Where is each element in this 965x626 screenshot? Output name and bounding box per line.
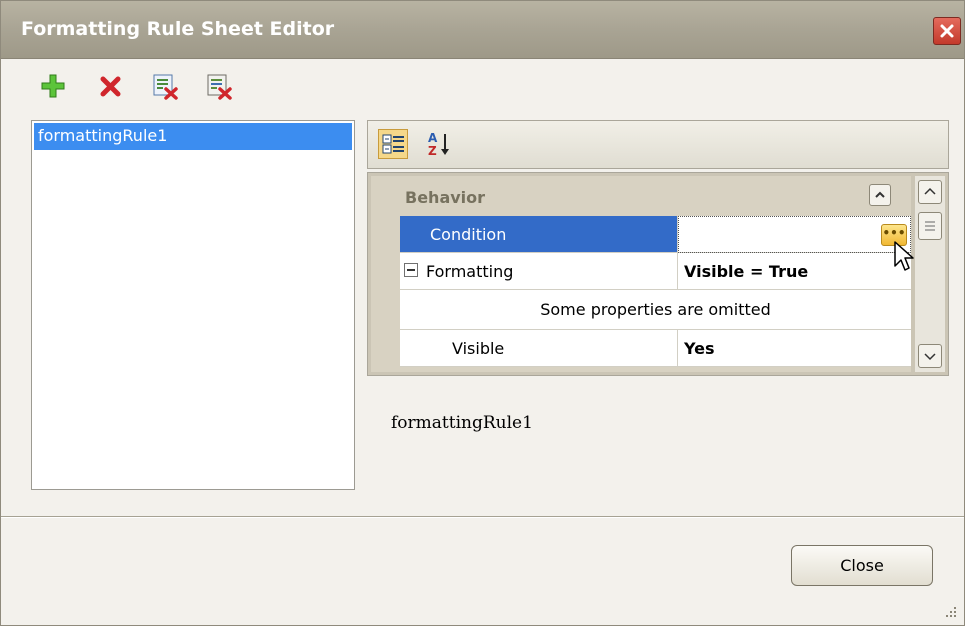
window-close-button[interactable] [933,17,961,45]
categorized-button[interactable] [378,129,408,159]
category-collapse-button[interactable] [869,184,891,206]
window-title: Formatting Rule Sheet Editor [21,18,335,40]
svg-text:A: A [428,131,438,145]
property-name: Condition [430,225,507,244]
chevron-up-icon [875,191,885,198]
property-row-formatting[interactable]: Formatting Visible = True [400,253,911,290]
property-name-cell: Formatting [400,253,678,289]
grip-lines-icon [925,221,935,231]
close-button[interactable]: Close [791,545,933,586]
omitted-notice: Some properties are omitted [540,300,771,319]
property-name: Formatting [426,262,514,281]
property-value-cell[interactable]: ••• [678,216,911,253]
category-row[interactable]: Behavior [371,176,911,216]
category-label: Behavior [405,188,486,207]
purge-icon [207,74,232,100]
chevron-down-icon [924,353,936,361]
property-grid-toolbar: A Z [367,120,949,169]
property-name-cell: Condition [400,216,678,252]
delete-icon [100,76,121,97]
svg-text:Z: Z [428,144,437,158]
delete-list-icon [153,74,178,100]
chevron-up-icon [924,187,936,195]
property-value-cell[interactable]: Yes [678,330,911,366]
property-row-condition[interactable]: Condition ••• [400,216,911,253]
sort-az-icon: A Z [428,131,449,158]
delete-rule-button[interactable] [97,72,125,100]
categorized-icon [382,134,404,154]
property-value-cell[interactable]: Visible = True [678,253,911,289]
plus-icon [41,74,65,98]
property-name: Visible [452,339,505,358]
property-value: Visible = True [684,262,809,281]
collapse-expander-icon[interactable] [404,263,418,277]
scroll-up-button[interactable] [918,180,942,204]
alphabetical-button[interactable]: A Z [426,129,456,159]
list-item[interactable]: formattingRule1 [34,123,352,150]
rules-list[interactable]: formattingRule1 [31,120,355,490]
dialog-window: Formatting Rule Sheet Editor formattingR… [0,0,965,626]
delete-from-report-button[interactable] [151,72,179,100]
ellipsis-icon: ••• [882,226,906,240]
property-name-cell: Visible [400,330,678,366]
property-grid-content: Behavior Condition ••• Formatting Visibl… [371,176,911,372]
omitted-properties-row: Some properties are omitted [400,290,911,330]
footer-divider-highlight [1,517,964,518]
scroll-down-button[interactable] [918,344,942,368]
property-value: Yes [684,339,715,358]
mouse-cursor-icon [894,241,914,271]
property-grid[interactable]: Behavior Condition ••• Formatting Visibl… [367,172,949,376]
purge-rules-button[interactable] [205,72,233,100]
property-row-visible[interactable]: Visible Yes [400,330,911,367]
title-bar: Formatting Rule Sheet Editor [1,1,964,59]
add-rule-button[interactable] [39,72,67,100]
resize-grip-icon[interactable] [942,603,958,619]
close-icon [940,24,954,38]
scroll-thumb[interactable] [918,212,942,240]
condition-value-field[interactable] [678,216,911,253]
property-description: formattingRule1 [391,413,533,433]
